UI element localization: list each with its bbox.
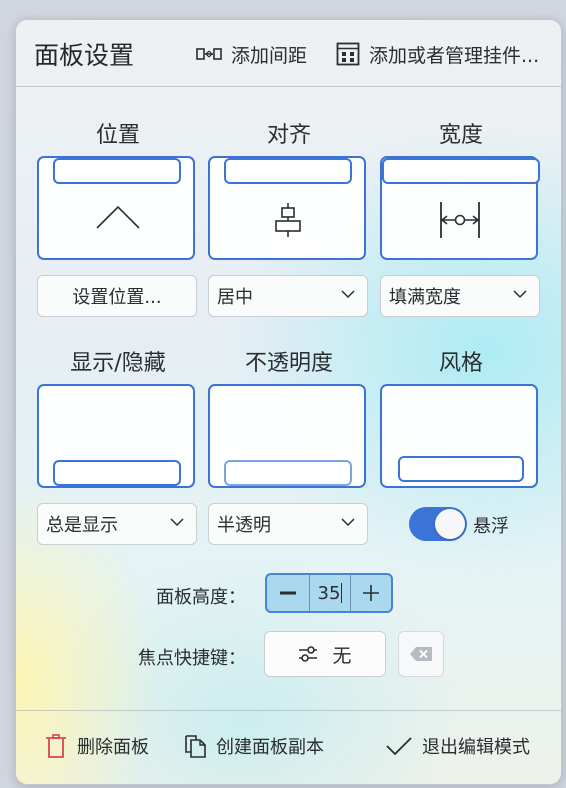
spacer-icon: [196, 48, 222, 60]
widgets-icon: [336, 42, 360, 66]
position-label: 位置: [95, 123, 140, 148]
shortcut-button[interactable]: 无: [264, 631, 386, 677]
width-select[interactable]: 填满宽度: [380, 275, 540, 317]
opacity-label: 不透明度: [244, 351, 333, 376]
toggle-knob: [435, 509, 465, 539]
set-position-label: 设置位置...: [72, 287, 162, 308]
floating-toggle-label: 悬浮: [473, 516, 509, 537]
chevron-down-icon: [170, 518, 184, 527]
delete-panel-label: 删除面板: [77, 737, 149, 758]
visibility-select[interactable]: 总是显示: [37, 503, 197, 545]
chevron-down-icon: [341, 290, 355, 299]
arrow-up-icon: [96, 205, 140, 229]
dialog-title: 面板设置: [34, 41, 135, 70]
style-label: 风格: [438, 351, 483, 376]
style-preview[interactable]: [380, 384, 538, 488]
delete-panel-button[interactable]: 删除面板: [45, 733, 149, 759]
exit-edit-mode-label: 退出编辑模式: [422, 737, 530, 758]
dialog-header: 面板设置 添加间距 添加或者管理挂件...: [16, 20, 561, 87]
add-widgets-button[interactable]: 添加或者管理挂件...: [336, 42, 540, 67]
trash-icon: [46, 734, 66, 758]
chevron-down-icon: [341, 518, 355, 527]
panel-height-spinbox[interactable]: 35: [265, 573, 393, 613]
alignment-label: 对齐: [266, 123, 311, 148]
clear-shortcut-button[interactable]: [398, 631, 444, 677]
floating-toggle[interactable]: [409, 507, 467, 541]
width-preview[interactable]: [380, 156, 540, 260]
panel-bar-bottom: [53, 460, 181, 486]
add-spacer-label: 添加间距: [231, 44, 308, 67]
panel-bar-top-full: [382, 158, 540, 184]
footer-divider: [16, 710, 561, 711]
copy-icon: [185, 735, 206, 758]
exit-edit-mode-button[interactable]: 退出编辑模式: [386, 733, 530, 759]
shortcut-value: 无: [332, 644, 352, 667]
chevron-down-icon: [513, 290, 527, 299]
checkmark-icon: [386, 737, 412, 756]
alignment-preview[interactable]: [208, 156, 366, 260]
fill-width-icon: [440, 202, 480, 238]
width-label: 宽度: [438, 123, 483, 148]
panel-height-label: 面板高度：: [156, 587, 246, 608]
panel-bar-top: [224, 158, 352, 184]
align-center-icon: [275, 203, 301, 237]
panel-height-input[interactable]: 35: [309, 575, 351, 611]
panel-settings-dialog: 面板设置 添加间距 添加或者管理挂件... 位置 对齐 宽度 设置位置... 居…: [15, 19, 562, 785]
position-preview[interactable]: [37, 156, 195, 260]
panel-bar-top: [53, 158, 181, 184]
clear-icon: [410, 647, 432, 661]
add-widgets-label: 添加或者管理挂件...: [369, 44, 540, 67]
increase-button[interactable]: [351, 575, 391, 611]
plus-icon: [363, 585, 379, 601]
focus-shortcut-label: 焦点快捷键：: [138, 648, 246, 669]
visibility-label: 显示/隐藏: [70, 351, 166, 376]
set-position-button[interactable]: 设置位置...: [37, 275, 197, 317]
visibility-preview[interactable]: [37, 384, 195, 488]
opacity-preview[interactable]: [208, 384, 366, 488]
panel-bar-translucent: [224, 460, 352, 486]
alignment-select[interactable]: 居中: [208, 275, 368, 317]
minus-icon: [280, 591, 296, 595]
clone-panel-label: 创建面板副本: [216, 737, 324, 758]
add-spacer-button[interactable]: 添加间距: [196, 42, 308, 67]
panel-bar-floating: [398, 456, 524, 482]
clone-panel-button[interactable]: 创建面板副本: [184, 733, 324, 759]
configure-icon: [299, 646, 318, 662]
opacity-select[interactable]: 半透明: [208, 503, 368, 545]
decrease-button[interactable]: [267, 575, 309, 611]
